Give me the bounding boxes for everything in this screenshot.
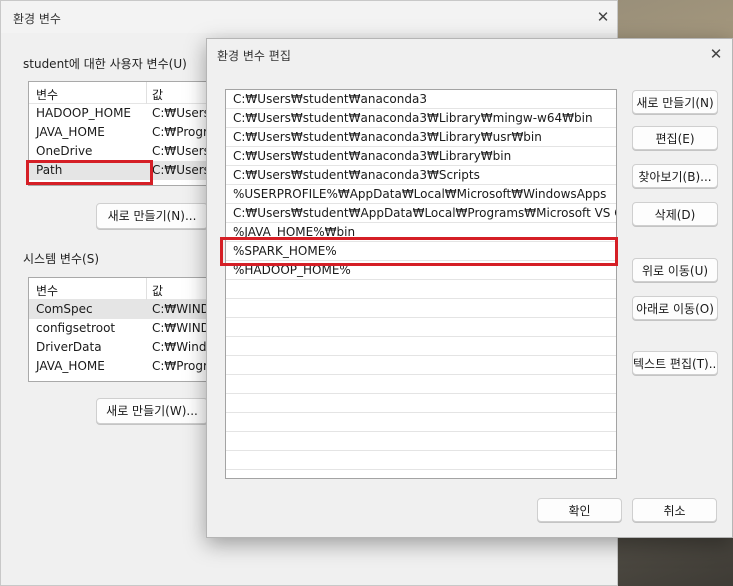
empty-row[interactable] — [226, 318, 616, 337]
edit-button[interactable]: 편집(E) — [632, 126, 718, 150]
system-new-button[interactable]: 새로 만들기(W)... — [96, 398, 208, 424]
ok-button[interactable]: 확인 — [537, 498, 622, 522]
list-item[interactable]: configsetroot C:₩WINDO — [29, 319, 227, 338]
user-variables-group-label: student에 대한 사용자 변수(U) — [23, 57, 187, 71]
list-item[interactable]: JAVA_HOME C:₩Progra — [29, 123, 227, 142]
system-variables-group-label: 시스템 변수(S) — [23, 252, 99, 266]
empty-row[interactable] — [226, 470, 616, 478]
list-item[interactable]: C:₩Users₩student₩anaconda3₩Scripts — [226, 166, 616, 185]
variable-name: configsetroot — [36, 321, 116, 335]
spark-home-highlight — [220, 237, 618, 266]
user-new-button[interactable]: 새로 만들기(N)... — [96, 203, 208, 229]
variable-name: OneDrive — [36, 144, 93, 158]
delete-button[interactable]: 삭제(D) — [632, 202, 718, 226]
title-bar: 환경 변수 ✕ — [1, 1, 617, 33]
column-value[interactable]: 값 — [152, 86, 163, 103]
edit-environment-variable-dialog: 환경 변수 편집 ✕ C:₩Users₩student₩anaconda3 C:… — [206, 38, 733, 538]
edit-text-button[interactable]: 텍스트 편집(T)... — [632, 351, 718, 375]
window-title: 환경 변수 — [13, 12, 61, 26]
column-variable[interactable]: 변수 — [36, 86, 58, 103]
empty-row[interactable] — [226, 451, 616, 470]
list-item[interactable]: JAVA_HOME C:₩Progra — [29, 357, 227, 376]
empty-row[interactable] — [226, 337, 616, 356]
list-item[interactable]: DriverData C:₩Windo — [29, 338, 227, 357]
path-row-highlight — [26, 160, 153, 185]
list-item[interactable]: %USERPROFILE%₩AppData₩Local₩Microsoft₩Wi… — [226, 185, 616, 204]
new-button[interactable]: 새로 만들기(N) — [632, 90, 718, 114]
variable-name: ComSpec — [36, 302, 93, 316]
path-list[interactable]: C:₩Users₩student₩anaconda3 C:₩Users₩stud… — [225, 89, 617, 479]
list-item[interactable]: C:₩Users₩student₩anaconda3₩Library₩bin — [226, 147, 616, 166]
empty-row[interactable] — [226, 432, 616, 451]
column-variable[interactable]: 변수 — [36, 282, 58, 299]
close-icon[interactable]: ✕ — [595, 9, 611, 25]
system-variables-list[interactable]: 변수 값 ComSpec C:₩WINDO configsetroot C:₩WIN… — [28, 277, 228, 382]
list-item[interactable]: C:₩Users₩student₩anaconda3₩Library₩usr₩b… — [226, 128, 616, 147]
empty-row[interactable] — [226, 280, 616, 299]
empty-row[interactable] — [226, 299, 616, 318]
cancel-button[interactable]: 취소 — [632, 498, 717, 522]
empty-row[interactable] — [226, 356, 616, 375]
empty-row[interactable] — [226, 375, 616, 394]
list-item[interactable]: OneDrive C:₩Users₩ — [29, 142, 227, 161]
list-item[interactable]: HADOOP_HOME C:₩Users₩ — [29, 104, 227, 123]
list-item[interactable]: C:₩Users₩student₩AppData₩Local₩Programs₩… — [226, 204, 616, 223]
move-up-button[interactable]: 위로 이동(U) — [632, 258, 718, 282]
variable-name: DriverData — [36, 340, 102, 354]
browse-button[interactable]: 찾아보기(B)... — [632, 164, 718, 188]
variable-name: JAVA_HOME — [36, 125, 105, 139]
dialog-title: 환경 변수 편집 — [217, 49, 291, 63]
variable-name: JAVA_HOME — [36, 359, 105, 373]
list-item[interactable]: ComSpec C:₩WINDO — [29, 300, 227, 319]
move-down-button[interactable]: 아래로 이동(O) — [632, 296, 718, 320]
list-header: 변수 값 — [29, 278, 227, 300]
empty-row[interactable] — [226, 413, 616, 432]
empty-row[interactable] — [226, 394, 616, 413]
column-value[interactable]: 값 — [152, 282, 163, 299]
close-icon[interactable]: ✕ — [708, 46, 724, 62]
list-item[interactable]: C:₩Users₩student₩anaconda3₩Library₩mingw… — [226, 109, 616, 128]
variable-value: C:₩Windo — [152, 340, 214, 354]
list-item[interactable]: C:₩Users₩student₩anaconda3 — [226, 90, 616, 109]
variable-name: HADOOP_HOME — [36, 106, 132, 120]
list-header: 변수 값 — [29, 82, 227, 104]
